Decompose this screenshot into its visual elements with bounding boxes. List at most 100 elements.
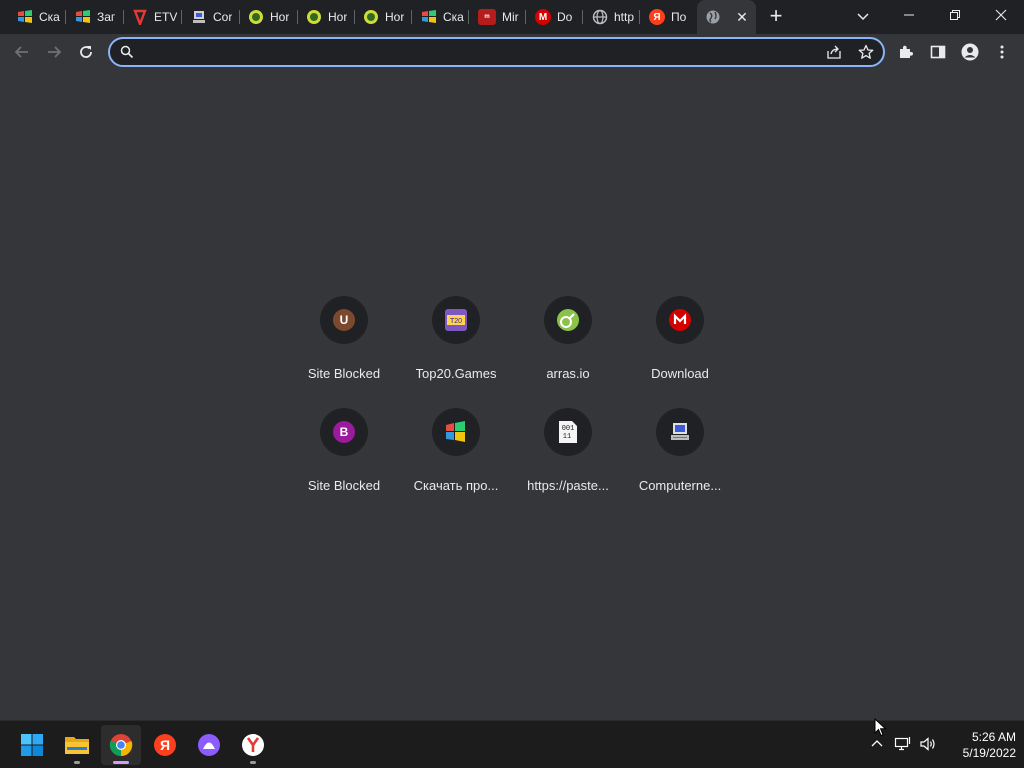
mirror-icon: m (478, 9, 496, 25)
search-icon (120, 45, 134, 64)
taskbar-app-alice[interactable] (189, 725, 229, 765)
close-window-button[interactable] (978, 0, 1024, 30)
taskbar: Я 5:26 AM 5/19/2022 (0, 720, 1024, 768)
more-vert-icon (1000, 45, 1004, 59)
tab[interactable]: Cor (182, 0, 240, 34)
taskbar-app-file-explorer[interactable] (57, 725, 97, 765)
chevron-down-icon (857, 13, 869, 21)
mouse-cursor-icon (874, 717, 888, 743)
shortcut-icon-circle: U (320, 296, 368, 344)
svg-text:T20: T20 (450, 318, 462, 325)
tab-title: Cor (213, 10, 233, 24)
tab[interactable]: Hor (355, 0, 412, 34)
game-icon (306, 9, 322, 25)
tab-title: Hor (385, 10, 405, 24)
restore-button[interactable] (932, 0, 978, 30)
shortcut-label: Download (651, 366, 709, 381)
yandex-browser-icon (242, 734, 264, 756)
tab-title: Mir (502, 10, 519, 24)
side-panel-button[interactable] (924, 38, 952, 66)
shortcut-icon-circle (656, 408, 704, 456)
globe-icon (705, 9, 721, 25)
extensions-button[interactable] (892, 38, 920, 66)
tab-title: Hor (270, 10, 290, 24)
tab-active[interactable]: ✕ (697, 0, 756, 34)
share-icon[interactable] (826, 44, 842, 65)
tab[interactable]: M Do (526, 0, 583, 34)
reload-button[interactable] (72, 38, 100, 66)
network-button[interactable] (892, 733, 914, 755)
computer-icon (191, 9, 207, 25)
tab-title: Заг (97, 10, 116, 24)
browser-window: Ска Заг ETV Cor Hor Hor Hor Ска m Mir M … (0, 0, 1024, 720)
arrow-left-icon (14, 46, 28, 58)
letter-b-icon: B (333, 421, 355, 443)
shortcut-tile[interactable]: T20 Top20.Games (400, 296, 512, 408)
tab[interactable]: Ска (412, 0, 469, 34)
shortcut-tile[interactable]: Computerne... (624, 408, 736, 520)
game-icon (363, 9, 379, 25)
back-button[interactable] (8, 38, 36, 66)
computer-icon (671, 423, 689, 440)
alice-icon (198, 734, 220, 756)
globe-icon (592, 9, 608, 25)
windows-flag-icon (17, 9, 33, 25)
tab[interactable]: ETV (124, 0, 182, 34)
volume-button[interactable] (917, 733, 939, 755)
profile-button[interactable] (956, 38, 984, 66)
shortcut-label: Top20.Games (415, 366, 497, 381)
tab-search-button[interactable] (852, 6, 874, 28)
shortcut-label: Site Blocked (307, 366, 381, 381)
tab[interactable]: Я По (640, 0, 697, 34)
shortcut-tile[interactable]: Download (624, 296, 736, 408)
taskbar-app-yandex-browser[interactable] (233, 725, 273, 765)
taskbar-app-chrome[interactable] (101, 725, 141, 765)
tab[interactable]: Hor (240, 0, 298, 34)
menu-button[interactable] (988, 38, 1016, 66)
speaker-icon (920, 737, 935, 751)
shortcut-icon-circle (656, 296, 704, 344)
restore-icon (950, 10, 960, 20)
tab-title: Ска (443, 10, 464, 24)
shortcut-tile[interactable]: Скачать про... (400, 408, 512, 520)
shortcut-tile[interactable]: B Site Blocked (288, 408, 400, 520)
person-icon (961, 43, 979, 61)
start-button[interactable] (12, 725, 52, 765)
minimize-button[interactable] (886, 0, 932, 30)
close-tab-icon[interactable]: ✕ (734, 9, 750, 25)
tab-title: Hor (328, 10, 348, 24)
running-indicator (250, 761, 256, 764)
shortcut-icon-circle: B (320, 408, 368, 456)
tab-title: Do (557, 10, 573, 24)
tab[interactable]: Ска (0, 0, 66, 34)
shortcut-icon-circle (432, 408, 480, 456)
tab[interactable]: Hor (298, 0, 355, 34)
shortcut-label: arras.io (546, 366, 590, 381)
shortcut-tile[interactable]: U Site Blocked (288, 296, 400, 408)
svg-text:11: 11 (563, 433, 571, 441)
shortcut-icon-circle: T20 (432, 296, 480, 344)
address-input[interactable] (140, 43, 820, 61)
tab[interactable]: Заг (66, 0, 124, 34)
shortcut-icon-circle: 001 11 (544, 408, 592, 456)
shortcut-tile[interactable]: arras.io (512, 296, 624, 408)
shortcut-tile[interactable]: 001 11 https://paste... (512, 408, 624, 520)
top20-games-icon: T20 (445, 309, 467, 331)
new-tab-button[interactable]: + (764, 5, 788, 29)
windows-flag-icon (75, 9, 91, 25)
windows-flag-icon (421, 9, 437, 25)
shortcut-label: https://paste... (527, 478, 609, 493)
taskbar-clock[interactable]: 5:26 AM 5/19/2022 (940, 729, 1016, 761)
tab[interactable]: m Mir (469, 0, 526, 34)
forward-button[interactable] (40, 38, 68, 66)
taskbar-app-yandex[interactable]: Я (145, 725, 185, 765)
star-icon[interactable] (858, 44, 874, 65)
tab-title: Ска (39, 10, 60, 24)
address-bar[interactable] (108, 37, 885, 67)
letter-u-icon: U (333, 309, 355, 331)
tab-strip: Ска Заг ETV Cor Hor Hor Hor Ска m Mir M … (0, 0, 1024, 34)
clock-date: 5/19/2022 (962, 746, 1016, 760)
tab[interactable]: http (583, 0, 640, 34)
puzzle-icon (900, 45, 913, 58)
svg-text:Я: Я (160, 737, 170, 753)
